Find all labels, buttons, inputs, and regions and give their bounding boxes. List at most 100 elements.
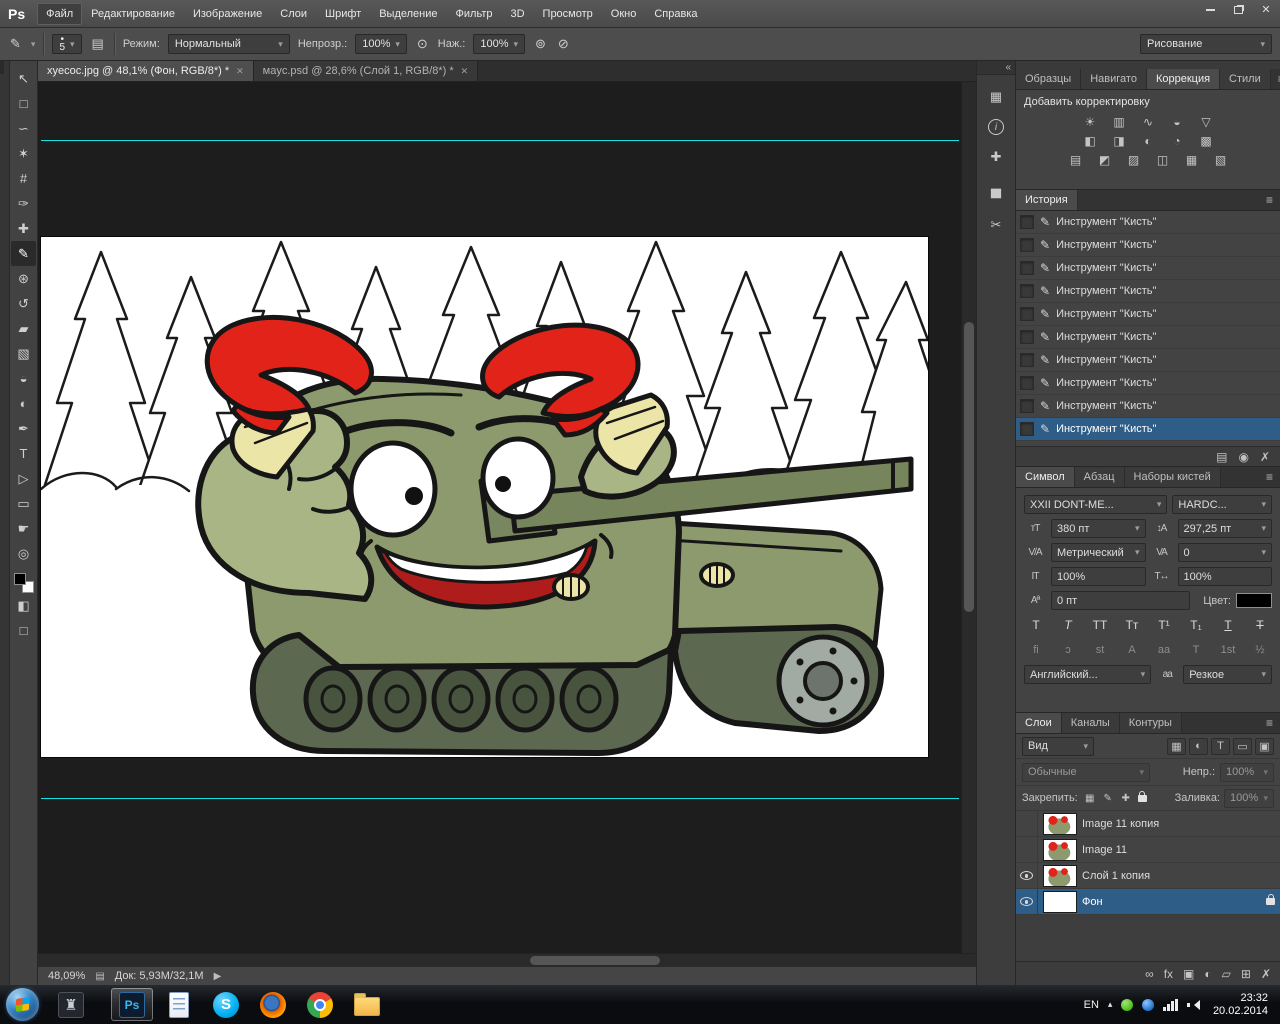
layer-visibility-toggle[interactable] [1016, 862, 1038, 889]
blend-mode-select[interactable]: Нормальный ▾ [167, 34, 290, 54]
zoom-level[interactable]: 48,09% [48, 970, 85, 982]
layer-row-image11-copy[interactable]: Image 11 копия [1016, 810, 1280, 837]
menu-item[interactable]: Изображение [184, 3, 271, 25]
discretionary-ligatures-button[interactable]: st [1088, 641, 1112, 660]
status-menu-icon[interactable]: ▶ [214, 971, 222, 982]
text-color-swatch[interactable] [1236, 593, 1272, 608]
antivirus-tray-icon[interactable] [1121, 998, 1134, 1011]
delete-state-icon[interactable]: ✗ [1260, 450, 1270, 464]
tool-dodge[interactable]: ◐ [11, 391, 36, 416]
layer-blend-mode-select[interactable]: Обычные ▾ [1022, 762, 1150, 782]
taskbar-photoshop-button[interactable]: Ps [111, 988, 153, 1021]
menu-item[interactable]: Фильтр [447, 3, 502, 25]
new-snapshot-icon[interactable]: ◉ [1238, 450, 1248, 464]
layer-list-empty-area[interactable] [1016, 915, 1280, 961]
underline-button[interactable]: T [1216, 616, 1240, 635]
ordinals-button[interactable]: 1st [1216, 641, 1240, 660]
tab-korrekciya[interactable]: Коррекция [1146, 69, 1221, 89]
filter-smart-icon[interactable]: ▣ [1255, 737, 1274, 755]
kerning-select[interactable]: Метрический ▾ [1051, 543, 1146, 562]
horizontal-scale-field[interactable]: 100% [1177, 567, 1272, 586]
foreground-color-swatch[interactable] [13, 573, 26, 585]
layer-visibility-toggle[interactable] [1016, 888, 1038, 915]
menu-item[interactable]: Слои [271, 3, 316, 25]
link-layers-icon[interactable]: ∞ [1145, 967, 1154, 981]
adj-brightness-contrast-icon[interactable]: ☀ [1079, 113, 1101, 130]
tab-kanaly[interactable]: Каналы [1061, 713, 1120, 733]
layer-thumbnail[interactable] [1043, 812, 1077, 835]
swatches-mini-icon[interactable]: ▦ [984, 85, 1008, 109]
tool-lasso[interactable]: ∽ [11, 116, 36, 141]
tool-magic-wand[interactable]: ✶ [11, 141, 36, 166]
tracking-select[interactable]: 0 ▾ [1177, 543, 1272, 562]
tool-path-selection[interactable]: ▷ [11, 466, 36, 491]
keyboard-layout[interactable]: EN [1084, 999, 1099, 1011]
history-source-well[interactable] [1020, 284, 1034, 298]
horizontal-scrollbar[interactable] [38, 953, 976, 966]
tool-history-brush[interactable]: ↺ [11, 291, 36, 316]
titling-alternates-button[interactable]: T [1184, 641, 1208, 660]
history-state[interactable]: ✎ Инструмент "Кисть" [1016, 418, 1280, 441]
panel-menu-icon[interactable]: ≡ [1259, 470, 1280, 484]
all-caps-button[interactable]: TT [1088, 616, 1112, 635]
history-source-well[interactable] [1020, 307, 1034, 321]
adj-black-white-icon[interactable]: ◐ [1137, 132, 1159, 149]
menu-item[interactable]: Справка [645, 3, 706, 25]
menu-item[interactable]: Шрифт [316, 3, 370, 25]
menu-item[interactable]: Файл [37, 2, 83, 25]
layer-name[interactable]: Image 11 [1082, 844, 1127, 856]
strikethrough-button[interactable]: T [1248, 616, 1272, 635]
tool-blur[interactable]: ◒ [11, 366, 36, 391]
tab-close-icon[interactable]: ✕ [236, 66, 244, 77]
menu-item[interactable]: 3D [501, 3, 533, 25]
layer-effects-icon[interactable]: fx [1164, 967, 1173, 981]
vertical-scrollbar-thumb[interactable] [964, 322, 974, 612]
panel-menu-icon[interactable]: ≡ [1259, 193, 1280, 207]
history-source-well[interactable] [1020, 376, 1034, 390]
restore-button[interactable] [1224, 0, 1252, 19]
close-button[interactable]: ✕ [1252, 0, 1280, 19]
adj-hue-saturation-icon[interactable]: ◧ [1079, 132, 1101, 149]
layer-name[interactable]: Image 11 копия [1082, 818, 1159, 830]
tool-preset-icon[interactable]: ✎ [8, 36, 23, 52]
guide-line[interactable] [41, 798, 959, 799]
color-swatches[interactable] [13, 573, 34, 593]
expand-dock-icon[interactable]: « [1005, 62, 1011, 73]
guide-line[interactable] [41, 140, 959, 141]
new-doc-from-state-icon[interactable]: ▤ [1216, 450, 1227, 464]
history-state[interactable]: ✎ Инструмент "Кисть" [1016, 349, 1280, 372]
tab-abzac[interactable]: Абзац [1074, 467, 1125, 487]
tool-eyedropper[interactable]: ✑ [11, 191, 36, 216]
history-state[interactable]: ✎ Инструмент "Кисть" [1016, 303, 1280, 326]
subscript-button[interactable]: T₁ [1184, 616, 1208, 635]
faux-italic-button[interactable]: T [1056, 616, 1080, 635]
panel-menu-icon[interactable]: ≡ [1271, 72, 1280, 86]
canvas-viewport[interactable] [38, 82, 976, 953]
stylistic-alternates-button[interactable]: aa [1152, 641, 1176, 660]
tab-nabory-kistey[interactable]: Наборы кистей [1124, 467, 1221, 487]
tool-pen[interactable]: ✒ [11, 416, 36, 441]
vertical-scrollbar[interactable] [961, 82, 976, 953]
adj-levels-icon[interactable]: ▥ [1108, 113, 1130, 130]
tool-healing-brush[interactable]: ✚ [11, 216, 36, 241]
new-adjustment-icon[interactable]: ◐ [1204, 967, 1211, 981]
tab-obraztsy[interactable]: Образцы [1016, 69, 1082, 89]
swash-button[interactable]: A [1120, 641, 1144, 660]
tool-hand[interactable]: ☛ [11, 516, 36, 541]
adj-vibrance-icon[interactable]: ▽ [1195, 113, 1217, 130]
lock-position-icon[interactable]: ✚ [1118, 790, 1134, 806]
lock-pixels-icon[interactable]: ✎ [1100, 790, 1116, 806]
language-select[interactable]: Английский... ▾ [1024, 665, 1152, 684]
lock-transparency-icon[interactable]: ▦ [1082, 790, 1098, 806]
vertical-scale-field[interactable]: 100% [1051, 567, 1146, 586]
adj-color-lookup-icon[interactable]: ▤ [1065, 151, 1087, 168]
history-state[interactable]: ✎ Инструмент "Кисть" [1016, 395, 1280, 418]
histogram-mini-icon[interactable]: ▅ [984, 179, 1008, 203]
layer-mask-icon[interactable]: ▣ [1183, 967, 1194, 981]
font-size-select[interactable]: 380 пт ▾ [1051, 519, 1146, 538]
taskbar-explorer-button[interactable] [346, 988, 388, 1021]
horizontal-scrollbar-thumb[interactable] [530, 956, 660, 965]
quick-mask-icon[interactable]: ◧ [11, 593, 36, 618]
volume-tray-icon[interactable] [1186, 999, 1200, 1011]
adj-channel-mixer-icon[interactable]: ▩ [1195, 132, 1217, 149]
